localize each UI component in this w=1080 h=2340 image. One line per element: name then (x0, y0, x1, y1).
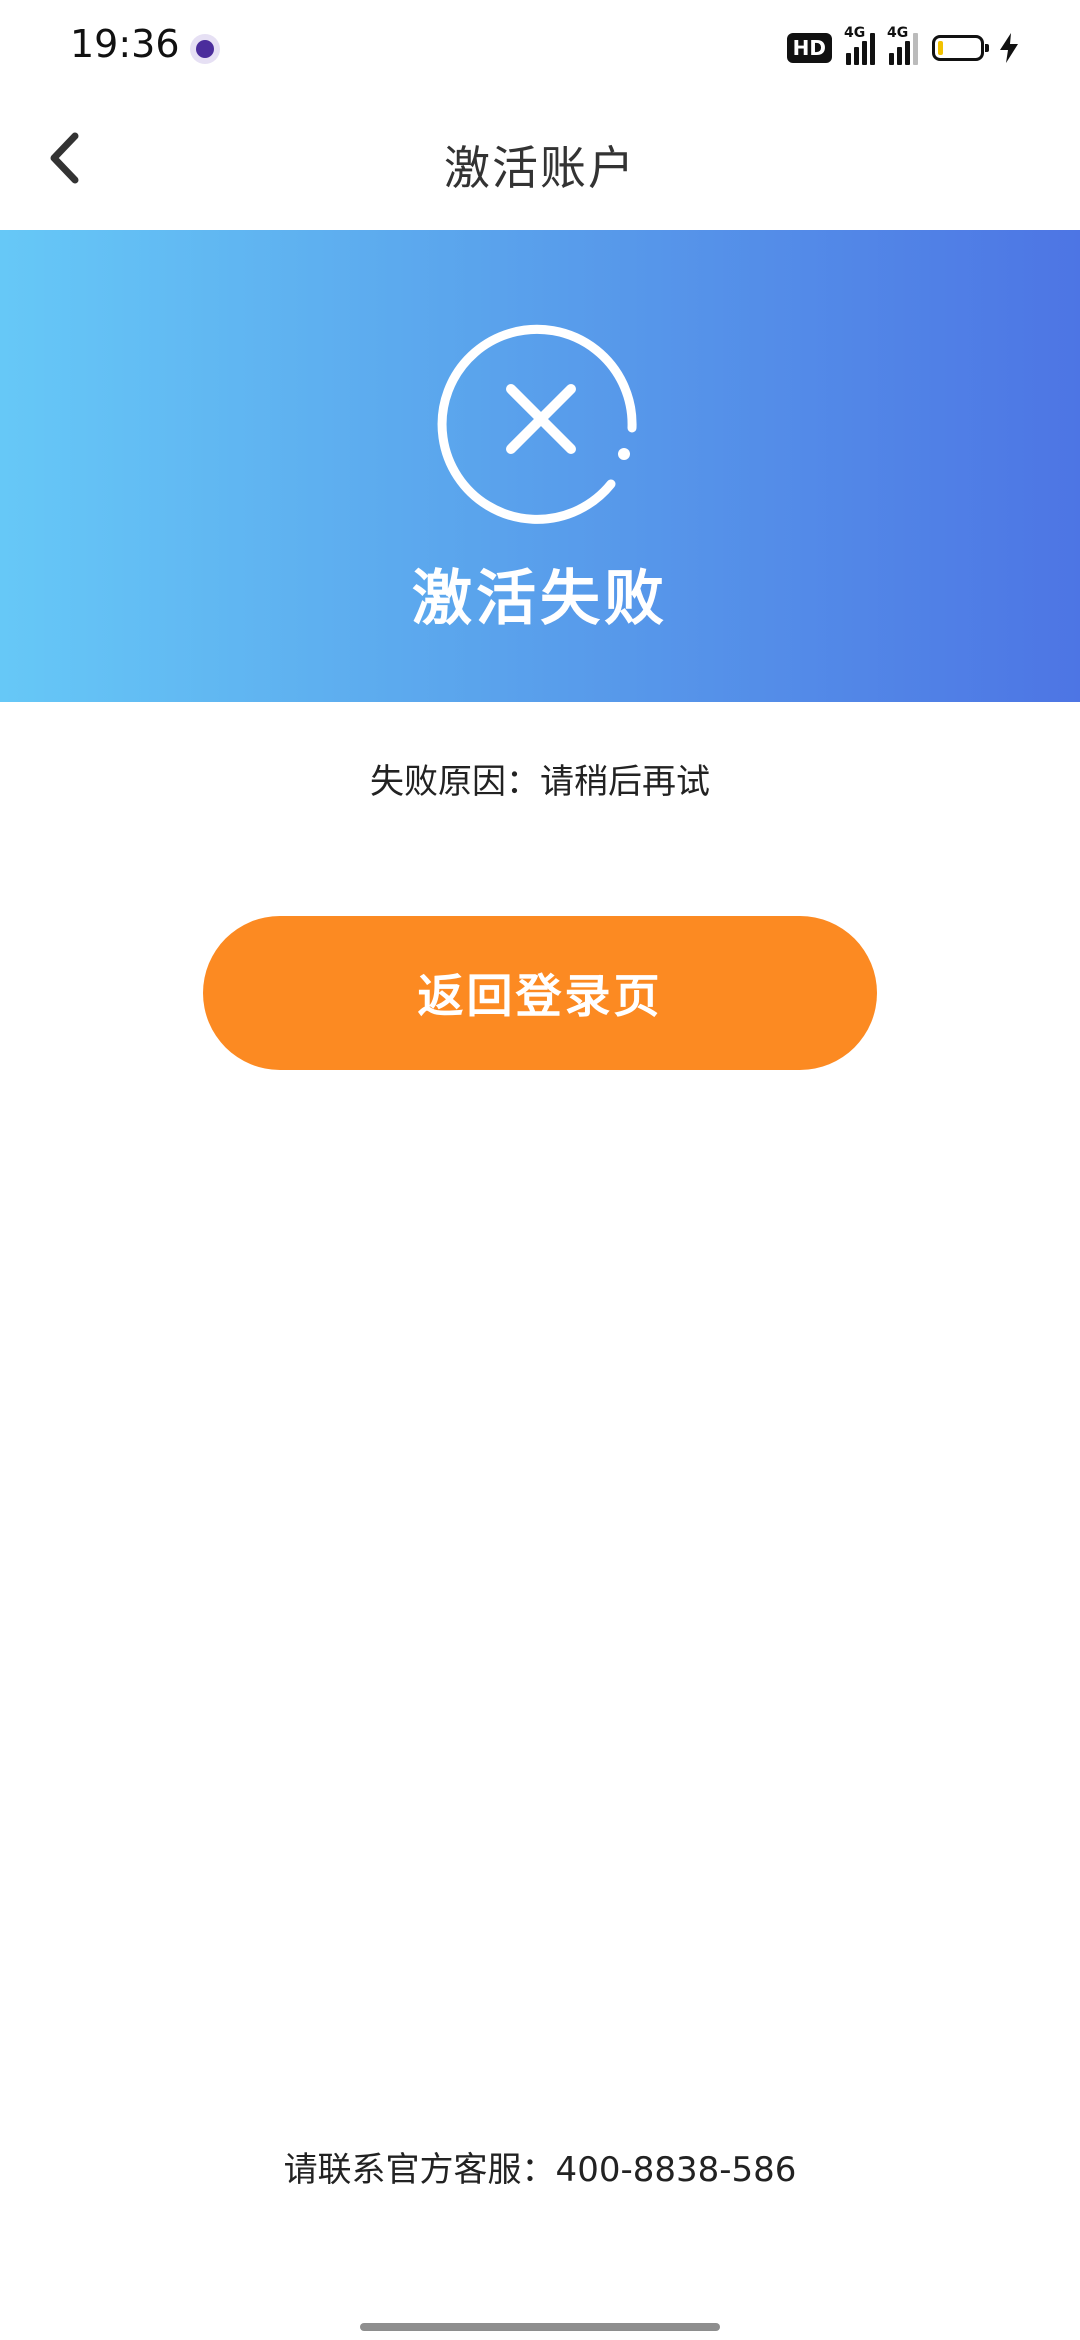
status-bar: 19:36 HD 4G 4G (0, 0, 1080, 96)
battery-icon (932, 35, 989, 61)
activation-result-screen: 19:36 HD 4G 4G 激活账户 激活失败 失败原因：请稍后再试 返回登录… (0, 0, 1080, 2340)
home-indicator[interactable] (360, 2323, 720, 2331)
status-indicators: HD 4G 4G (786, 25, 1020, 68)
result-title: 激活失败 (412, 564, 668, 634)
network-type-label: 4G (887, 25, 909, 41)
page-title: 激活账户 (444, 141, 636, 195)
customer-service-contact: 请联系官方客服：400-8838-586 (283, 2150, 797, 2190)
result-banner: 激活失败 (0, 230, 1080, 702)
return-to-login-button[interactable]: 返回登录页 (203, 916, 877, 1070)
status-time: 19:36 (70, 22, 180, 66)
signal-strength-icon: 4G (887, 25, 918, 65)
network-type-label: 4G (844, 25, 866, 41)
hd-voice-icon: HD (786, 33, 832, 63)
nav-header: 激活账户 (0, 96, 1080, 230)
signal-strength-icon: 4G (844, 25, 875, 65)
charging-icon (1000, 33, 1018, 63)
failure-reason: 失败原因：请稍后再试 (370, 762, 710, 802)
close-circle-icon (437, 324, 637, 524)
app-notification-icon (190, 34, 220, 64)
